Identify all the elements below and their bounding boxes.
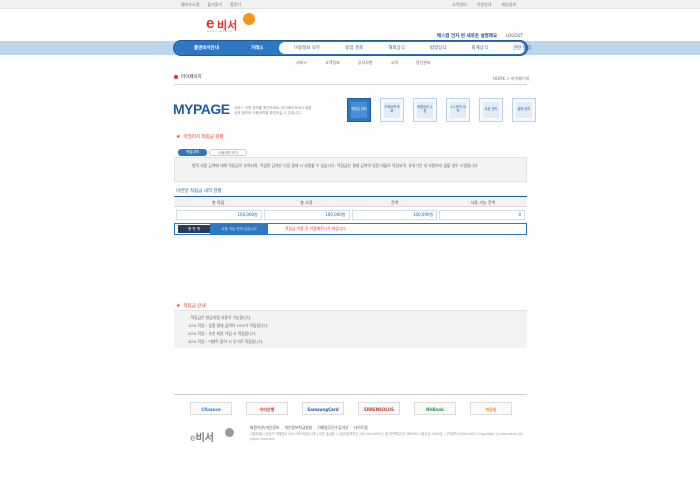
footer-logo: e비서 <box>190 429 214 444</box>
notice-title-text: 적립금 안내 <box>183 304 206 309</box>
sub-nav-item[interactable]: 정산관리 <box>416 60 431 66</box>
nav-item[interactable]: 홈앤비서안내 <box>194 45 219 51</box>
top-utility-bar: 웹하우스앱 즐겨찾기 폴른다 고객센터 이용안내 회원정보 <box>0 0 700 9</box>
footer-links: 회원약관/개인정보 개인정보취급방침 이메일무단수집거부 사이트맵 <box>250 425 368 431</box>
total-label: 총 잔 액 <box>178 225 210 233</box>
main-nav-left: 홈앤비서안내 거래소 <box>194 45 263 51</box>
sub-nav-item[interactable]: 고객정보 <box>325 60 340 66</box>
top-link[interactable]: 폴른다 <box>230 2 241 8</box>
main-nav-right: 이용정보 모두 동업 경로 해외상식 법령상식 회계상식 관련 칼럼 <box>294 45 531 51</box>
table-header-cell: 총 사용 <box>300 200 313 205</box>
logo-subtext: esecretary <box>207 29 233 33</box>
table-title: 이번달 적립금 내역 현황 <box>176 189 222 194</box>
notice-line: - 적립금은 현금처럼 사용이 가능합니다. <box>188 315 252 320</box>
tile-reserve[interactable]: 적립금 관리 <box>347 98 371 122</box>
mypage-title: MYPAGE <box>173 101 230 117</box>
logo-badge-icon <box>243 13 255 25</box>
tile-label: 1:1 문의 내역 <box>450 102 466 118</box>
footer-logo-text: 비서 <box>195 433 214 444</box>
notice-line: 20% 적립 : 추천 회원 가입 시 적립됩니다. <box>188 331 257 336</box>
table-cell: 100,000원 <box>351 210 438 220</box>
reserve-tabs: 적립내역 사용내역 보기 <box>178 149 248 156</box>
table-header-cell: 사용 가능 잔액 <box>470 200 496 205</box>
section-title-text: 마일리지 적립금 현황 <box>183 135 224 140</box>
footer-link[interactable]: 개인정보취급방침 <box>284 425 312 431</box>
notice-line: 10% 적립 : 상품 결제 금액의 10%가 적립됩니다. <box>188 323 269 328</box>
partner-logo[interactable]: ERRENSOLUS <box>358 402 400 415</box>
table-cell: 100,000원 <box>176 210 262 220</box>
footer-divider <box>174 394 527 395</box>
table-row: 100,000원 100,000원 100,000원 0 <box>174 208 527 222</box>
tile-inquiry[interactable]: 1:1 문의 내역 <box>446 98 470 122</box>
total-middle: 사용 가능 잔액 있습니다 <box>210 223 268 235</box>
tile-label: 결제 관리 <box>516 102 532 118</box>
tile-profile[interactable]: 회원정보 수정 <box>413 98 437 122</box>
partner-logos: Cfinance 우리은행 SamsungCard ERRENSOLUS NHB… <box>190 402 512 415</box>
table-header-cell: 잔액 <box>390 200 399 205</box>
partner-logo[interactable]: 우리은행 <box>246 402 288 415</box>
table-header-cell: 총 적립 <box>211 200 225 205</box>
tab-earned[interactable]: 적립내역 <box>178 149 207 156</box>
site-logo[interactable]: e 비서 esecretary <box>206 13 256 33</box>
top-link[interactable]: 고객센터 <box>452 2 467 8</box>
notice-line: 30% 적립 : 이벤트 참여 시 추가로 적립됩니다. <box>188 339 264 344</box>
reserve-section-title: ★ 마일리지 적립금 현황 <box>176 134 224 140</box>
page-title: 마이페이지 <box>181 75 202 80</box>
table-cell: 100,000원 <box>263 210 350 220</box>
mypage-menu-tiles: 적립금 관리 구매내역 조회 회원정보 수정 1:1 문의 내역 쿠폰 관리 결… <box>347 98 536 122</box>
mypage-description: 서비스 이용 정보를 확인하세요. 마이페이지에서 회원님의 정보와 이용내역을… <box>234 106 312 115</box>
footer-address: 서울특별시 강남구 테헤란로 000 이비서빌딩 0층 | 대표 홍길동 | 사… <box>250 432 523 441</box>
tab-used[interactable]: 사용내역 보기 <box>208 149 248 156</box>
top-link[interactable]: 웹하우스앱 <box>181 2 199 8</box>
divider <box>174 84 527 85</box>
nav-item[interactable]: 동업 경로 <box>345 45 363 51</box>
sub-nav-item[interactable]: 공지사항 <box>358 60 373 66</box>
notice-box: - 적립금은 현금처럼 사용이 가능합니다. 10% 적립 : 상품 결제 금액… <box>174 310 527 348</box>
nav-item[interactable]: 관련 칼럼 <box>513 45 531 51</box>
breadcrumb: HOME > 마이페이지 <box>493 76 530 81</box>
sub-nav-item[interactable]: 고객 <box>391 60 398 66</box>
partner-logo[interactable]: NHBank <box>414 402 456 415</box>
notice-title: ★ 적립금 안내 <box>176 303 206 309</box>
sub-nav-item[interactable]: 서비스 <box>296 60 307 66</box>
footer-badge-icon <box>225 428 234 437</box>
tile-label: 적립금 관리 <box>351 102 367 118</box>
sub-nav: 서비스 고객정보 공지사항 고객 정산관리 <box>296 60 431 66</box>
footer-link[interactable]: 회원약관/개인정보 <box>250 425 279 431</box>
tile-label: 구매내역 조회 <box>384 102 400 118</box>
nav-item[interactable]: 회계상식 <box>471 45 488 51</box>
star-icon: ★ <box>176 303 181 309</box>
page-heading: 마이페이지 <box>174 74 202 80</box>
top-links-right: 고객센터 이용안내 회원정보 <box>452 2 516 8</box>
total-message: 적립금 이용 후 이용해주시기 바랍니다 <box>285 226 346 231</box>
reserve-info-box: 항목 사용 금액에 대해 적립금이 부여되며, 적립된 금액은 다음 결제 시 … <box>174 157 527 182</box>
table-header: 총 적립 총 사용 잔액 사용 가능 잔액 <box>174 196 527 207</box>
footer-link[interactable]: 사이트맵 <box>354 425 368 431</box>
bullet-icon <box>174 75 178 79</box>
tile-label: 쿠폰 관리 <box>483 102 499 118</box>
nav-item[interactable]: 거래소 <box>251 45 263 51</box>
star-icon: ★ <box>176 134 181 140</box>
table-cell: 0 <box>439 210 525 220</box>
total-bar: 총 잔 액 사용 가능 잔액 있습니다 적립금 이용 후 이용해주시기 바랍니다 <box>174 223 527 235</box>
nav-item[interactable]: 이용정보 모두 <box>294 45 320 51</box>
top-link[interactable]: 이용안내 <box>477 2 492 8</box>
footer-link[interactable]: 이메일무단수집거부 <box>317 425 348 431</box>
partner-logo[interactable]: SamsungCard <box>302 402 344 415</box>
header-slogan: 매스컴 전자 된 새로운 설명해요 <box>437 34 498 39</box>
top-link[interactable]: 즐겨찾기 <box>207 2 222 8</box>
nav-item[interactable]: 해외상식 <box>388 45 405 51</box>
reserve-info-text: 항목 사용 금액에 대해 적립금이 부여되며, 적립된 금액은 다음 결제 시 … <box>192 163 479 168</box>
tile-coupon[interactable]: 쿠폰 관리 <box>479 98 503 122</box>
nav-item[interactable]: 법령상식 <box>430 45 447 51</box>
top-links-left: 웹하우스앱 즐겨찾기 폴른다 <box>181 2 241 8</box>
top-link[interactable]: 회원정보 <box>501 2 516 8</box>
partner-logo[interactable]: Cfinance <box>190 402 232 415</box>
tile-orders[interactable]: 구매내역 조회 <box>380 98 404 122</box>
logout-link[interactable]: LOGOUT <box>506 33 523 38</box>
tile-payment[interactable]: 결제 관리 <box>512 98 536 122</box>
tile-label: 회원정보 수정 <box>417 102 433 118</box>
partner-logo[interactable]: 에듀원 <box>470 402 512 415</box>
